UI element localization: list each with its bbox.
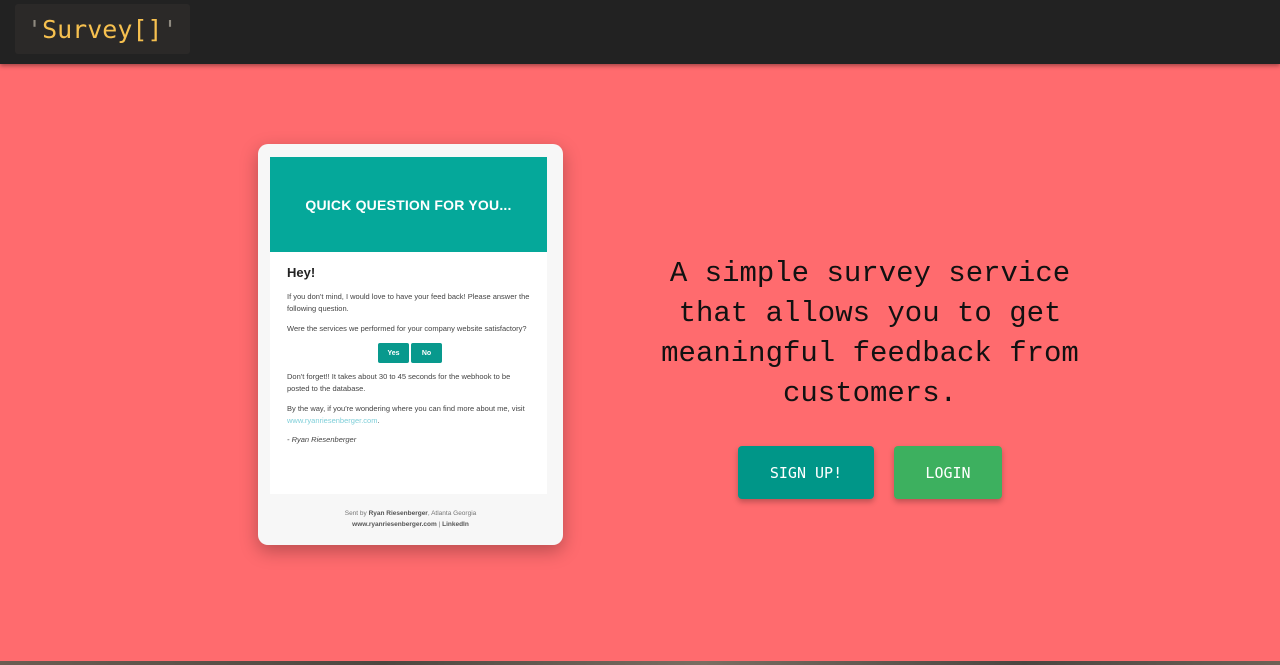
email-more-info-text: By the way, if you're wondering where yo… — [287, 404, 525, 413]
email-greeting: Hey! — [287, 265, 316, 280]
email-no-button: No — [411, 343, 442, 363]
navbar: ' Survey[] ' — [0, 0, 1280, 64]
email-preview-body: QUICK QUESTION FOR YOU... Hey! If you do… — [270, 157, 547, 494]
email-answer-buttons: Yes No — [287, 343, 533, 363]
email-footer-linkedin: LinkedIn — [442, 521, 469, 528]
email-question: Were the services we performed for your … — [287, 324, 527, 333]
email-intro: If you don't mind, I would love to have … — [287, 292, 530, 313]
email-footer-prefix: Sent by — [344, 510, 369, 517]
email-more-info: By the way, if you're wondering where yo… — [287, 403, 533, 427]
email-footer-links: www.ryanriesenberger.com | LinkedIn — [258, 519, 563, 530]
email-footer-name: Ryan Riesenberger — [368, 510, 428, 517]
email-yes-button: Yes — [378, 343, 409, 363]
hero-section: QUICK QUESTION FOR YOU... Hey! If you do… — [0, 64, 1280, 661]
brand-logo-link[interactable]: ' Survey[] ' — [15, 4, 190, 54]
email-signature: - Ryan Riesenberger — [287, 435, 357, 444]
email-more-info-end: . — [377, 416, 380, 425]
email-preview-card: QUICK QUESTION FOR YOU... Hey! If you do… — [258, 144, 563, 545]
hero-tagline: A simple survey service that allows you … — [661, 257, 1079, 410]
brand-quote-open: ' — [27, 14, 43, 44]
login-button[interactable]: LOGIN — [894, 446, 1002, 499]
email-reminder: Don't forget!! It takes about 30 to 45 s… — [287, 372, 511, 393]
email-footer-site: www.ryanriesenberger.com — [352, 521, 437, 528]
email-content: Hey! If you don't mind, I would love to … — [287, 265, 533, 444]
email-footer-sender: Sent by Ryan Riesenberger, Atlanta Georg… — [258, 508, 563, 519]
email-website-link: www.ryanriesenberger.com — [287, 416, 378, 425]
brand-quote-close: ' — [162, 14, 178, 44]
email-banner: QUICK QUESTION FOR YOU... — [270, 157, 547, 252]
email-footer: Sent by Ryan Riesenberger, Atlanta Georg… — [258, 508, 563, 530]
email-footer-location: , Atlanta Georgia — [427, 510, 477, 517]
brand-title: Survey[] — [42, 14, 163, 44]
background-strip — [0, 661, 1280, 665]
signup-button[interactable]: SIGN UP! — [738, 446, 874, 499]
